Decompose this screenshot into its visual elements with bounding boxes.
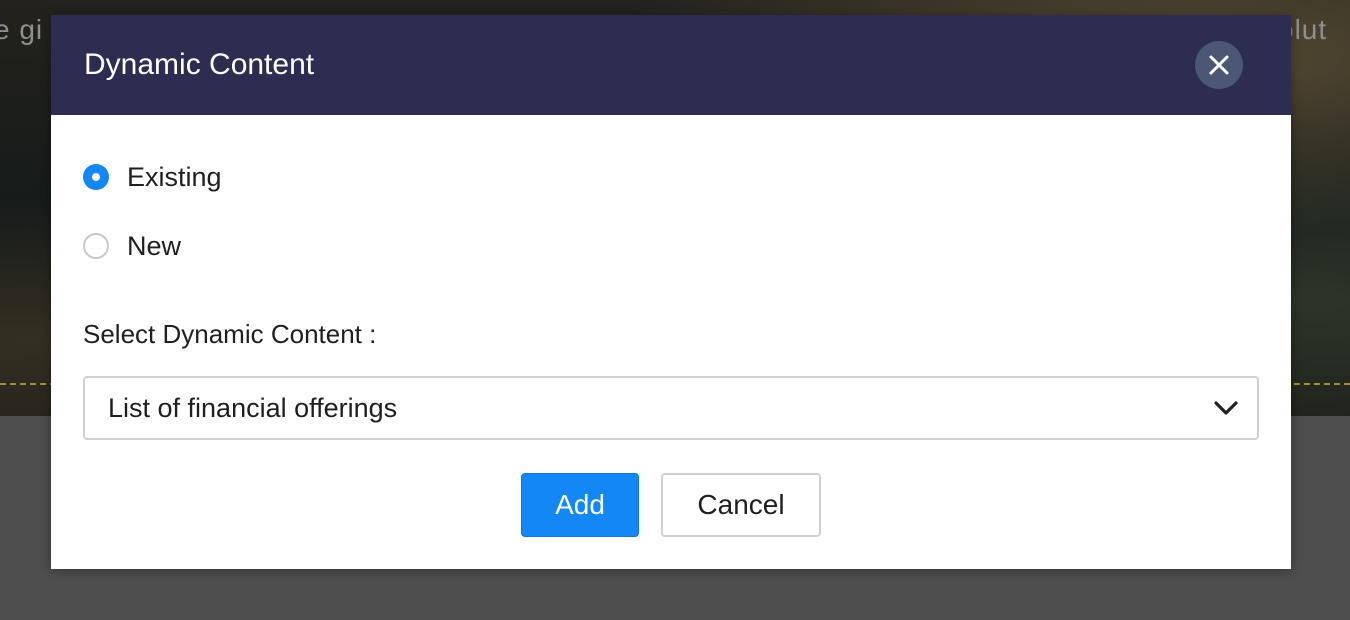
dialog-header: Dynamic Content bbox=[51, 15, 1291, 115]
cancel-button[interactable]: Cancel bbox=[661, 473, 821, 537]
option-existing-label: Existing bbox=[127, 161, 222, 192]
close-button[interactable] bbox=[1195, 41, 1243, 89]
dialog-title: Dynamic Content bbox=[84, 48, 315, 81]
dynamic-content-select[interactable]: List of financial offerings bbox=[83, 376, 1259, 440]
select-label: Select Dynamic Content : bbox=[83, 319, 377, 349]
option-new-label: New bbox=[127, 230, 182, 261]
radio-new[interactable] bbox=[83, 233, 109, 259]
option-existing[interactable]: Existing bbox=[83, 161, 222, 193]
option-new[interactable]: New bbox=[83, 230, 181, 262]
page: e gi olut Dynamic Content Existing New S… bbox=[0, 0, 1350, 620]
select-value: List of financial offerings bbox=[108, 393, 398, 423]
add-button[interactable]: Add bbox=[521, 473, 639, 537]
dynamic-content-dialog: Dynamic Content Existing New Select Dyna… bbox=[51, 15, 1291, 569]
background-text-left: e gi bbox=[0, 14, 44, 45]
chevron-down-icon bbox=[1214, 401, 1238, 415]
radio-existing[interactable] bbox=[83, 164, 109, 190]
close-icon bbox=[1209, 55, 1229, 75]
